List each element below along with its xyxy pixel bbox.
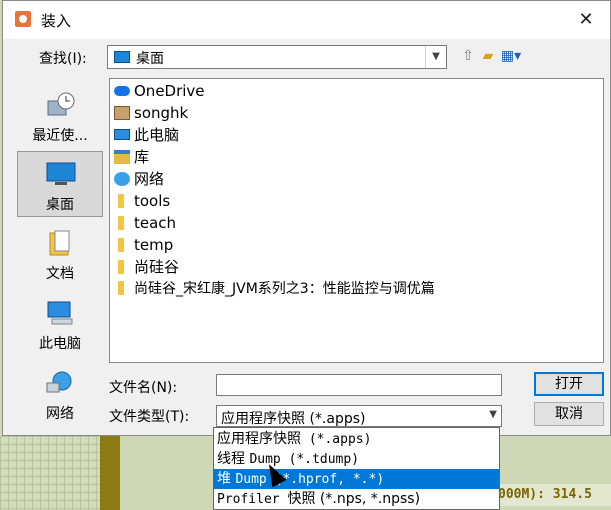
file-name: 网络 xyxy=(134,170,165,188)
list-item[interactable]: 库 xyxy=(114,146,149,168)
folder-icon xyxy=(118,281,124,295)
documents-icon xyxy=(49,230,70,256)
background-bar xyxy=(100,436,120,510)
cancel-button[interactable]: 取消 xyxy=(534,402,604,426)
file-name: 库 xyxy=(134,148,150,166)
folder-icon xyxy=(118,259,124,274)
network-icon xyxy=(114,171,130,186)
folder-icon xyxy=(118,193,124,208)
file-name: songhk xyxy=(134,104,189,122)
list-item[interactable]: songhk xyxy=(114,102,188,124)
place-label: 此电脑 xyxy=(39,336,81,352)
place-desktop[interactable]: 桌面 xyxy=(17,151,103,217)
file-name: temp xyxy=(134,236,174,254)
recent-icon xyxy=(47,92,75,116)
file-type-option[interactable]: 线程 Dump (*.tdump) xyxy=(214,449,499,469)
place-recent[interactable]: 最近使... xyxy=(17,83,103,149)
chevron-down-icon[interactable]: ▼ xyxy=(489,409,497,420)
app-icon xyxy=(15,11,31,27)
list-item[interactable]: 网络 xyxy=(114,168,164,190)
file-name: 尚硅谷_宋红康_JVM系列之3：性能监控与调优篇 xyxy=(134,281,435,297)
onedrive-icon xyxy=(114,85,130,96)
place-label: 桌面 xyxy=(46,197,74,213)
look-in-combo[interactable]: 桌面 ▼ xyxy=(107,45,447,69)
library-icon xyxy=(114,149,130,164)
place-label: 网络 xyxy=(46,406,74,422)
desktop-icon xyxy=(114,51,130,63)
open-button[interactable]: 打开 xyxy=(534,372,604,396)
load-dialog: 装入 ✕ 查找(I): 桌面 ▼ ⇧ ▰ ▦▾ 最近使... 桌面 文档 此电脑… xyxy=(2,0,611,436)
option-pattern: (*.apps) xyxy=(301,432,372,447)
place-documents[interactable]: 文档 xyxy=(17,221,103,287)
look-in-value: 桌面 xyxy=(136,51,164,67)
option-pattern: Dump (*.hprof, *.*) xyxy=(235,472,385,487)
list-item[interactable]: 尚硅谷_宋红康_JVM系列之3：性能监控与调优篇 xyxy=(114,278,435,300)
option-pattern: 快照 (*.nps, *.npss) xyxy=(287,491,421,507)
file-type-combo[interactable]: 应用程序快照 (*.apps) ▼ xyxy=(216,405,502,427)
list-item[interactable]: tools xyxy=(114,190,170,212)
file-list[interactable]: OneDrive songhk 此电脑 库 网络 tools teach tem… xyxy=(109,78,604,363)
option-text: Profiler xyxy=(217,492,288,507)
list-item[interactable]: temp xyxy=(114,234,173,256)
file-type-option[interactable]: 应用程序快照 (*.apps) xyxy=(214,429,499,449)
file-type-option-selected[interactable]: 堆 Dump (*.hprof, *.*) xyxy=(214,469,499,489)
title-bar[interactable]: 装入 ✕ xyxy=(3,1,610,39)
file-type-label: 文件类型(T): xyxy=(109,409,190,425)
file-type-dropdown[interactable]: 应用程序快照 (*.apps) 线程 Dump (*.tdump) 堆 Dump… xyxy=(213,427,500,510)
folder-icon xyxy=(118,237,124,252)
background-grid xyxy=(0,436,100,510)
places-bar: 最近使... 桌面 文档 此电脑 网络 xyxy=(17,79,103,431)
place-this-pc[interactable]: 此电脑 xyxy=(17,291,103,357)
user-folder-icon xyxy=(114,105,130,120)
file-name-input[interactable] xyxy=(216,374,502,396)
option-text: 堆 xyxy=(217,471,236,487)
list-item[interactable]: teach xyxy=(114,212,176,234)
this-pc-icon xyxy=(47,301,73,325)
view-menu-icon[interactable]: ▦▾ xyxy=(499,47,523,65)
chevron-down-icon[interactable]: ▼ xyxy=(425,46,446,68)
option-text: 线程 xyxy=(217,451,250,467)
file-name-label: 文件名(N): xyxy=(109,380,178,396)
file-name: 此电脑 xyxy=(134,126,180,144)
close-button[interactable]: ✕ xyxy=(572,7,600,33)
look-in-label: 查找(I): xyxy=(39,51,87,67)
list-item[interactable]: 此电脑 xyxy=(114,124,179,146)
list-item[interactable]: OneDrive xyxy=(114,80,205,102)
this-pc-icon xyxy=(114,129,130,140)
place-label: 文档 xyxy=(46,266,74,282)
folder-icon xyxy=(118,215,124,230)
desktop-icon xyxy=(46,162,76,185)
network-icon xyxy=(46,371,72,393)
option-text: 应用程序快照 xyxy=(217,431,301,447)
new-folder-icon[interactable]: ▰ xyxy=(478,47,498,65)
file-type-value: 应用程序快照 (*.apps) xyxy=(221,411,366,427)
list-item[interactable]: 尚硅谷 xyxy=(114,256,179,278)
file-name: OneDrive xyxy=(134,82,205,100)
place-label: 最近使... xyxy=(32,128,88,144)
file-name: tools xyxy=(134,192,171,210)
file-type-option[interactable]: Profiler 快照 (*.nps, *.npss) xyxy=(214,489,499,509)
file-name: teach xyxy=(134,214,177,232)
place-network[interactable]: 网络 xyxy=(17,361,103,427)
file-name: 尚硅谷 xyxy=(134,258,180,276)
up-folder-icon[interactable]: ⇧ xyxy=(458,47,478,65)
dialog-title: 装入 xyxy=(41,12,72,30)
